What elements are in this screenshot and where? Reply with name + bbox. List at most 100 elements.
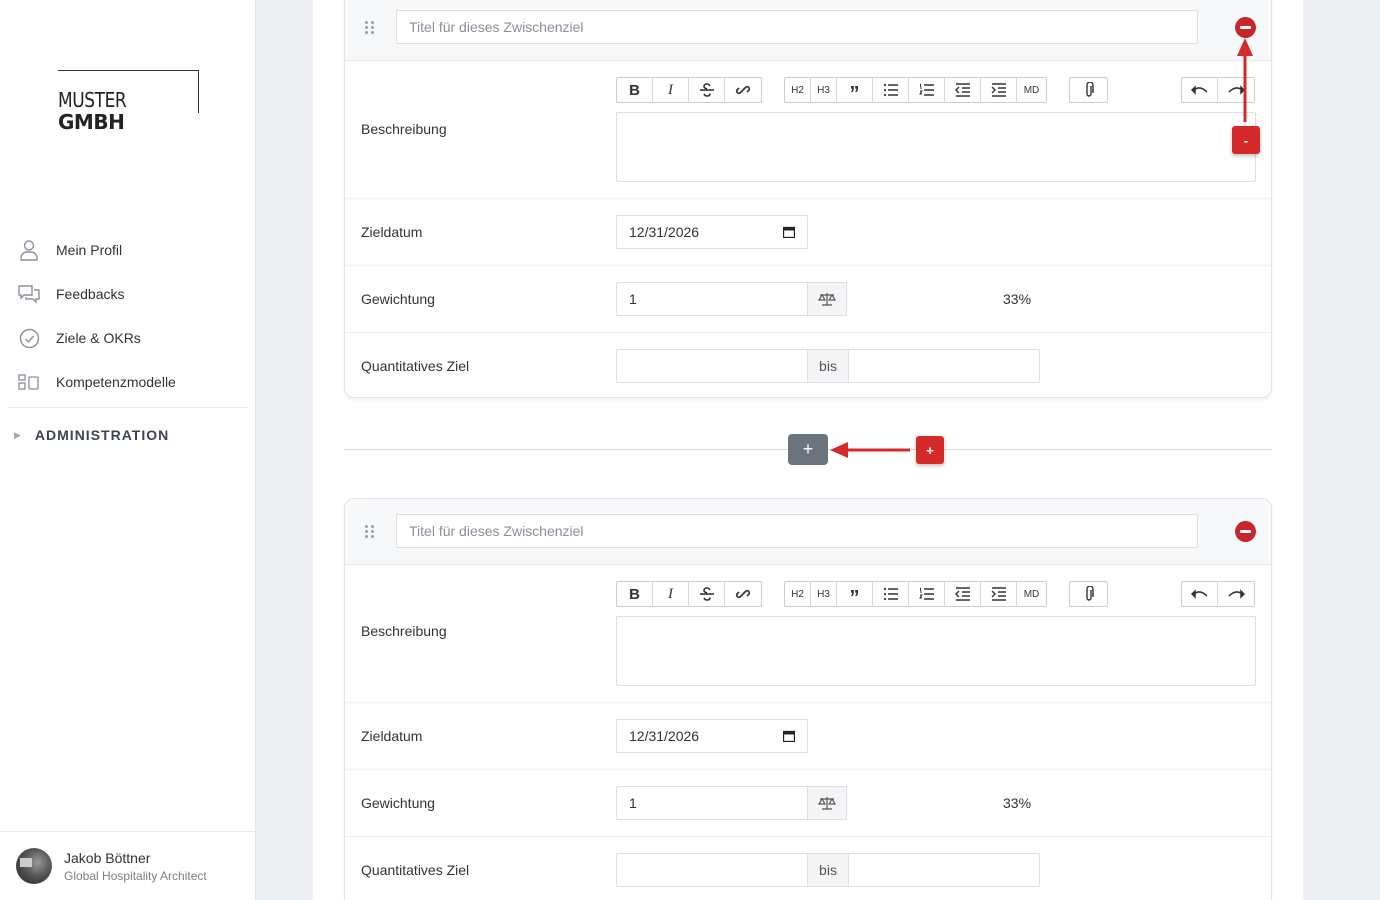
sidebar-nav: Mein Profil Feedbacks Ziele & OKRs Kompe… — [8, 228, 248, 462]
remove-milestone-button[interactable] — [1235, 521, 1256, 542]
format-group: B I — [616, 581, 762, 607]
drag-handle-icon[interactable] — [365, 525, 377, 543]
quantitative-to-input[interactable] — [848, 853, 1040, 887]
quote-button[interactable]: ” — [837, 582, 873, 608]
balance-scale-icon — [818, 797, 836, 810]
h2-button[interactable]: H2 — [785, 582, 811, 606]
drag-handle-icon[interactable] — [365, 21, 377, 39]
weight-row: Gewichtung 1 33% — [345, 770, 1271, 837]
bullet-list-button[interactable] — [873, 582, 909, 606]
quantitative-row: Quantitatives Ziel bis — [345, 333, 1271, 400]
user-icon — [18, 239, 40, 261]
redo-icon — [1228, 589, 1245, 599]
company-logo[interactable]: MUSTERGMBH — [58, 70, 199, 133]
redo-icon — [1228, 85, 1245, 95]
italic-button[interactable]: I — [653, 582, 689, 606]
numbered-list-button[interactable] — [909, 582, 945, 606]
indent-button[interactable] — [981, 78, 1017, 102]
format-group: B I — [616, 77, 762, 103]
redo-button[interactable] — [1218, 582, 1254, 606]
attach-button[interactable] — [1070, 582, 1107, 606]
outdent-icon — [954, 83, 970, 97]
weight-row: Gewichtung 1 33% — [345, 266, 1271, 333]
description-label: Beschreibung — [361, 121, 447, 137]
milestone-title-input[interactable] — [396, 10, 1198, 44]
weight-percent: 33% — [1003, 795, 1032, 811]
calendar-icon[interactable] — [783, 730, 795, 742]
indent-button[interactable] — [981, 582, 1017, 606]
link-button[interactable] — [725, 78, 761, 102]
annotation-remove-marker: - — [1232, 126, 1260, 154]
quantitative-label: Quantitatives Ziel — [361, 358, 470, 374]
sidebar-item-kompetenzmodelle[interactable]: Kompetenzmodelle — [8, 360, 248, 404]
outdent-button[interactable] — [945, 582, 981, 606]
milestone-header — [345, 499, 1271, 565]
milestone-card: Beschreibung B I H2 H3 ” MD — [344, 498, 1272, 900]
markdown-button[interactable]: MD — [1017, 78, 1046, 102]
quantitative-from-input[interactable] — [616, 349, 808, 383]
quote-icon: ” — [849, 83, 860, 105]
quantitative-separator: bis — [807, 853, 849, 887]
bullet-list-icon — [883, 587, 898, 601]
user-name: Jakob Böttner — [64, 849, 151, 866]
calendar-icon[interactable] — [783, 226, 795, 238]
sidebar-item-label: Feedbacks — [56, 286, 125, 302]
undo-button[interactable] — [1182, 582, 1218, 606]
italic-button[interactable]: I — [653, 78, 689, 102]
logo-text-bold: GMBH — [58, 110, 125, 134]
link-icon — [735, 589, 751, 599]
h3-button[interactable]: H3 — [811, 582, 837, 606]
weight-label: Gewichtung — [361, 291, 435, 307]
sidebar-item-mein-profil[interactable]: Mein Profil — [8, 228, 248, 272]
paperclip-icon — [1085, 82, 1094, 97]
remove-milestone-button[interactable] — [1235, 17, 1256, 38]
indent-icon — [991, 587, 1006, 601]
milestone-title-input[interactable] — [396, 514, 1198, 548]
h2-button[interactable]: H2 — [785, 78, 811, 102]
outdent-button[interactable] — [945, 78, 981, 102]
weight-button[interactable] — [807, 282, 847, 316]
weight-button[interactable] — [807, 786, 847, 820]
link-button[interactable] — [725, 582, 761, 606]
quantitative-to-input[interactable] — [848, 349, 1040, 383]
strikethrough-button[interactable] — [689, 78, 725, 102]
description-editor[interactable] — [616, 112, 1256, 182]
quantitative-separator: bis — [807, 349, 849, 383]
bullet-list-button[interactable] — [873, 78, 909, 102]
target-date-row: Zieldatum 12/31/2026 — [345, 199, 1271, 266]
strikethrough-button[interactable] — [689, 582, 725, 606]
caret-right-icon: ▶ — [14, 429, 21, 440]
weight-percent: 33% — [1003, 291, 1032, 307]
weight-input[interactable]: 1 — [616, 282, 808, 316]
history-group — [1181, 581, 1255, 607]
model-icon — [18, 371, 40, 393]
sidebar-item-administration[interactable]: ▶ ADMINISTRATION — [8, 408, 248, 462]
undo-button[interactable] — [1182, 78, 1218, 102]
attach-button[interactable] — [1070, 78, 1107, 102]
add-milestone-button[interactable]: + — [788, 434, 828, 465]
target-date-input[interactable]: 12/31/2026 — [616, 719, 808, 753]
main-content: Beschreibung B I H2 H3 ” MD — [313, 0, 1303, 900]
user-profile[interactable]: Jakob Böttner Global Hospitality Archite… — [0, 831, 255, 900]
administration-label: ADMINISTRATION — [34, 427, 170, 443]
target-date-label: Zieldatum — [361, 728, 423, 744]
bold-button[interactable]: B — [617, 582, 653, 606]
weight-input[interactable]: 1 — [616, 786, 808, 820]
sidebar-item-label: Kompetenzmodelle — [56, 374, 176, 390]
bold-button[interactable]: B — [617, 78, 653, 102]
target-date-input[interactable]: 12/31/2026 — [616, 215, 808, 249]
h3-button[interactable]: H3 — [811, 78, 837, 102]
quantitative-from-input[interactable] — [616, 853, 808, 887]
sidebar-item-feedbacks[interactable]: Feedbacks — [8, 272, 248, 316]
markdown-button[interactable]: MD — [1017, 582, 1046, 606]
weight-value: 1 — [629, 291, 637, 307]
numbered-list-icon — [918, 84, 934, 96]
sidebar-item-label: Mein Profil — [56, 242, 123, 258]
sidebar-item-ziele-okrs[interactable]: Ziele & OKRs — [8, 316, 248, 360]
quote-button[interactable]: ” — [837, 78, 873, 105]
avatar — [16, 848, 52, 884]
description-editor[interactable] — [616, 616, 1256, 686]
link-icon — [735, 85, 751, 95]
numbered-list-button[interactable] — [909, 78, 945, 102]
redo-button[interactable] — [1218, 78, 1254, 102]
